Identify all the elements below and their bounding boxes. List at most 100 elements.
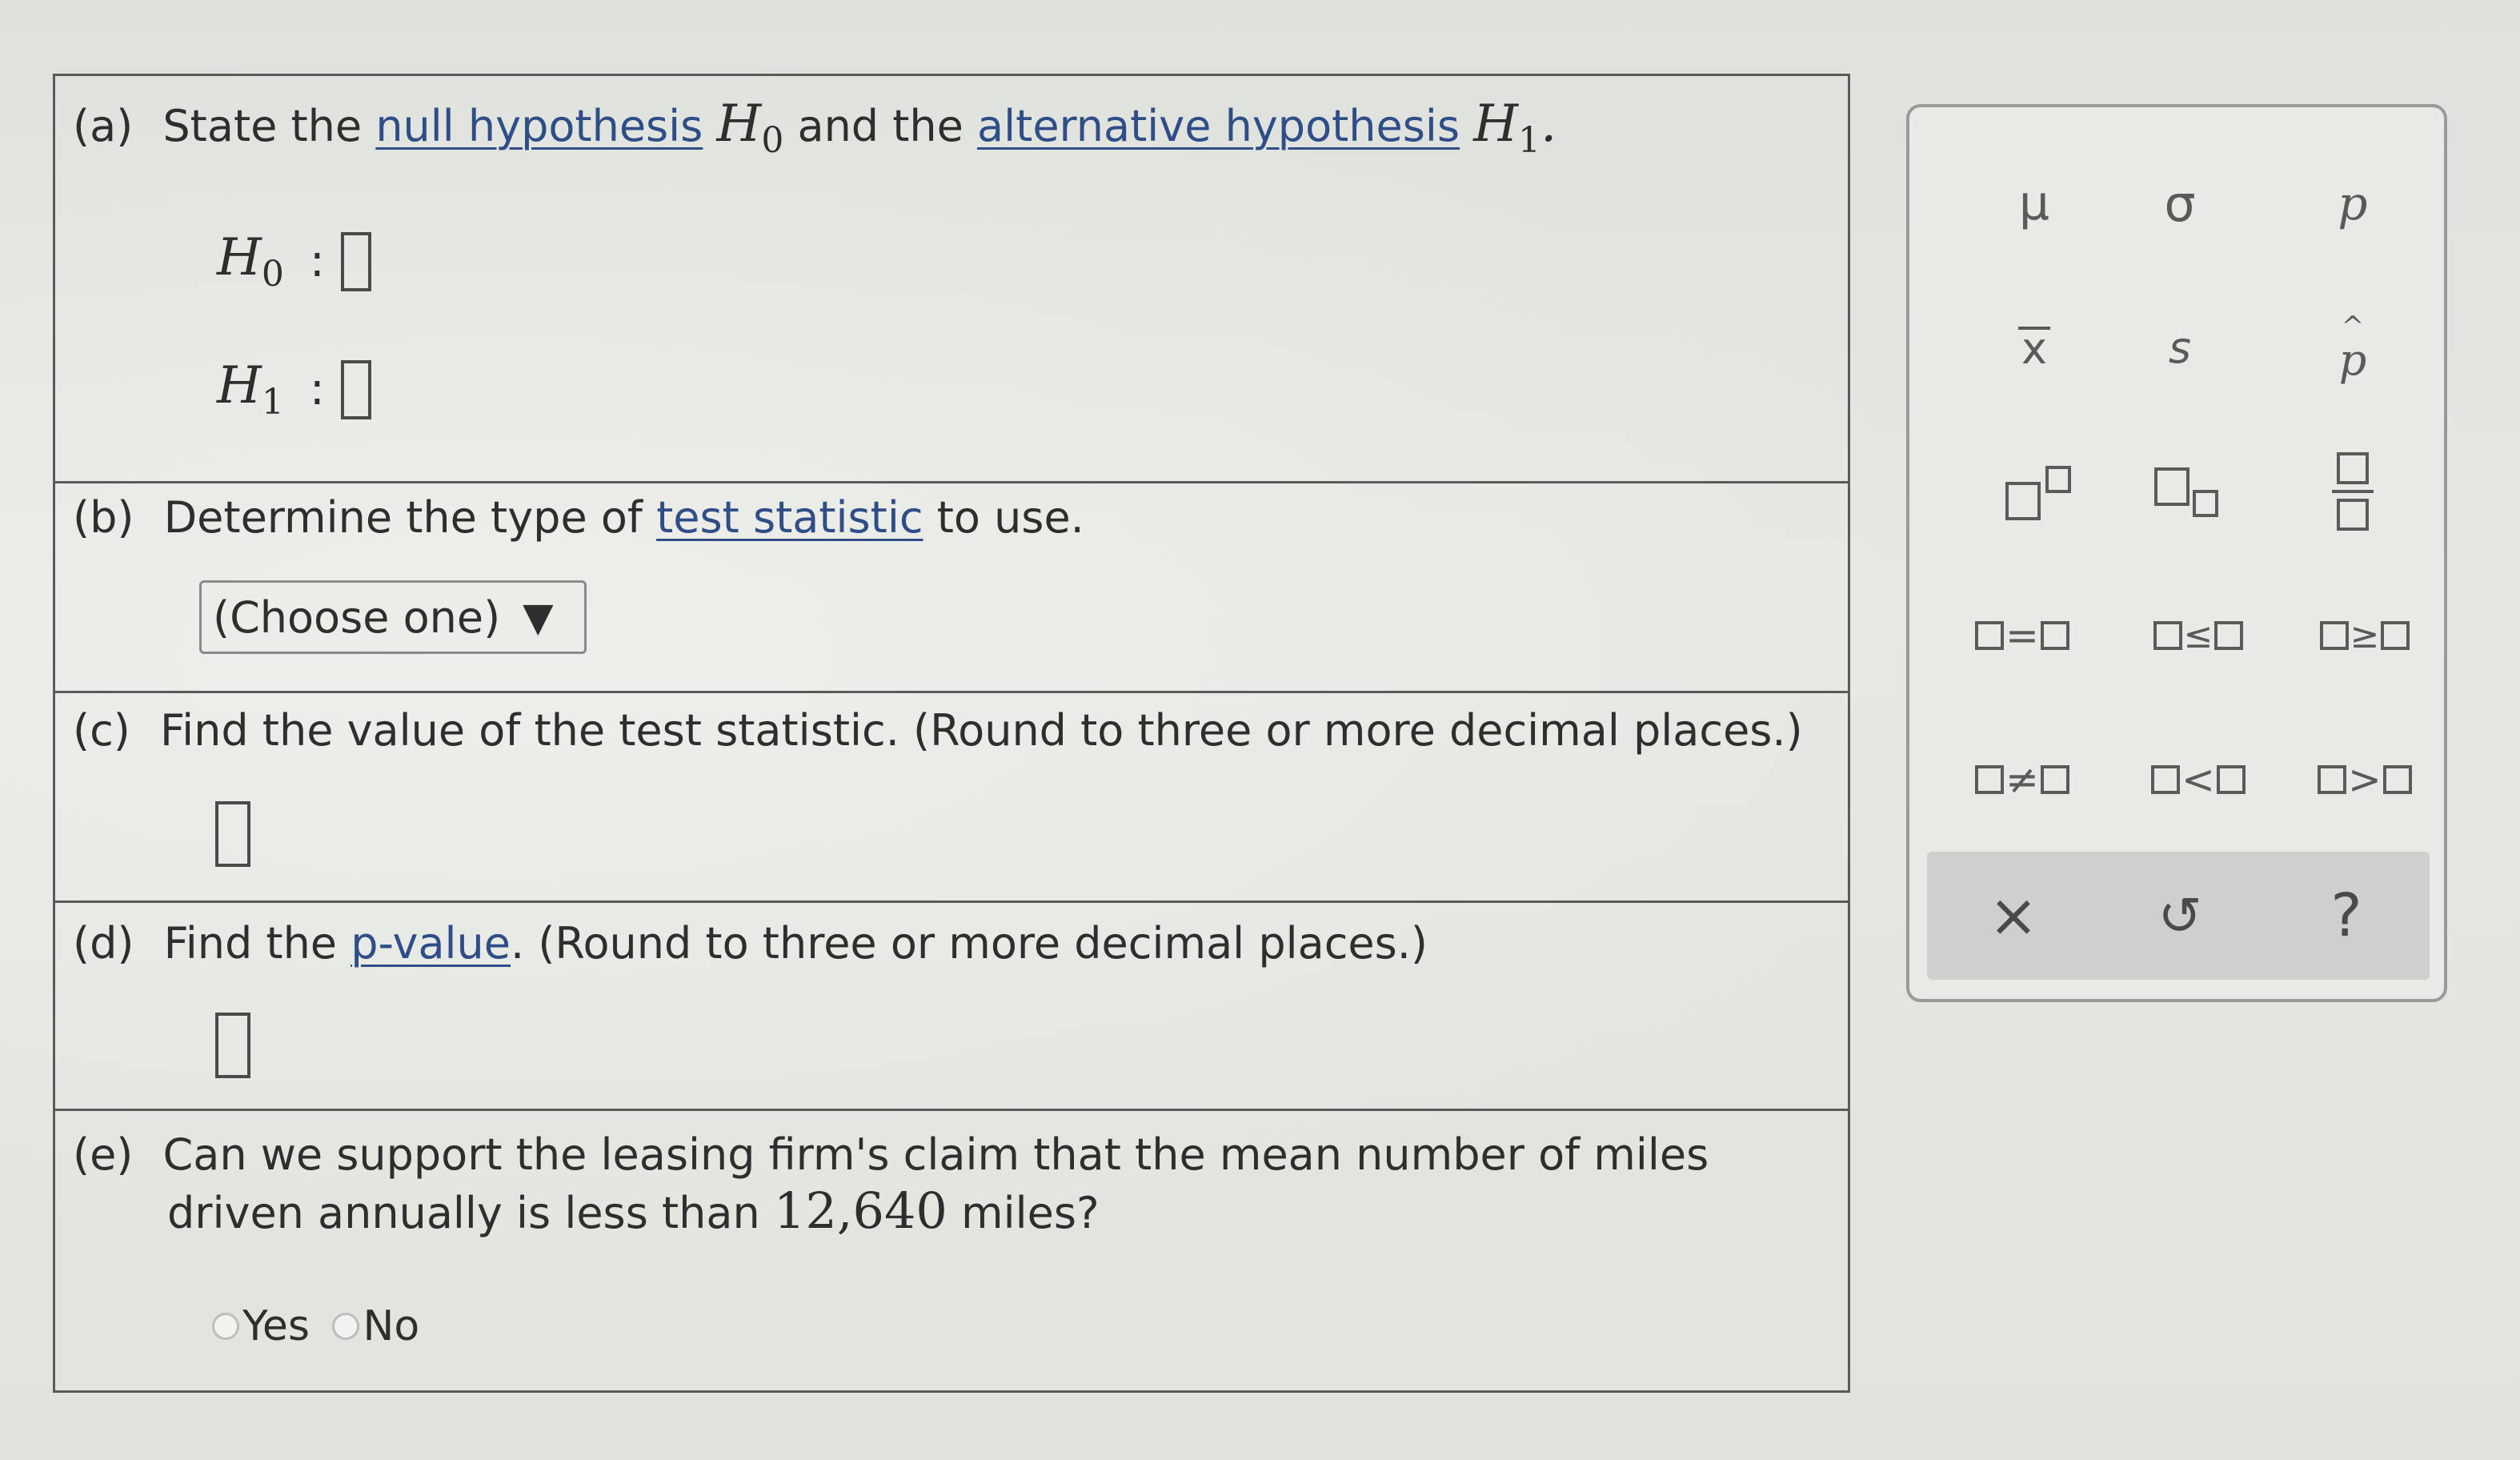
box-icon	[2319, 621, 2349, 650]
alternative-hypothesis-link[interactable]: alternative hypothesis	[977, 101, 1460, 151]
part-a-text: State the	[162, 101, 363, 151]
greater-than-button[interactable]: >	[2289, 740, 2441, 820]
help-icon: ?	[2330, 881, 2362, 950]
h1-label: H1	[217, 356, 284, 423]
box-icon	[1975, 765, 2005, 794]
mu-button[interactable]: μ	[1986, 163, 2082, 243]
part-e-tag: (e)	[73, 1129, 134, 1180]
greater-equal-button[interactable]: ≥	[2289, 596, 2441, 676]
p-value-link[interactable]: p-value	[351, 918, 511, 969]
box-icon	[2216, 765, 2246, 794]
part-c-prompt: (c) Find the value of the test statistic…	[73, 705, 1803, 756]
undo-icon: ↺	[2157, 884, 2202, 947]
divider-cd	[55, 900, 1848, 903]
p-button[interactable]: p	[2305, 163, 2401, 243]
miles-value: 12,640	[773, 1181, 948, 1240]
part-c-text: Find the value of the test statistic. (R…	[160, 705, 1803, 756]
no-option[interactable]: No	[332, 1301, 419, 1352]
equals-symbol: =	[2005, 612, 2039, 659]
less-than-button[interactable]: <	[2122, 740, 2274, 820]
h1-symbol: H1.	[1473, 94, 1557, 161]
part-d-tag: (d)	[73, 918, 134, 969]
box-icon	[2381, 621, 2410, 650]
part-b-text: Determine the type of	[163, 492, 643, 543]
hat-icon: ^	[2341, 310, 2365, 343]
part-e-text: Can we support the leasing firm's claim …	[162, 1129, 1709, 1180]
h0-symbol: H0	[716, 94, 784, 161]
h1-answer-box[interactable]	[340, 359, 371, 419]
sigma-button[interactable]: σ	[2132, 163, 2228, 243]
divider-bc	[55, 691, 1848, 693]
part-a-text-2: and the	[797, 101, 964, 151]
divider-de	[55, 1109, 1848, 1111]
not-equal-button[interactable]: ≠	[1946, 740, 2098, 820]
part-c-tag: (c)	[73, 705, 130, 756]
part-e-prompt-line2: driven annually is less than 12,640 mile…	[167, 1185, 1100, 1239]
p-symbol: p	[2338, 176, 2368, 231]
math-palette: μ σ p x s ^ p = ≤ ≥ ≠ < > × ↺ ?	[1906, 104, 2447, 1002]
greater-equal-symbol: ≥	[2350, 615, 2380, 656]
no-radio[interactable]	[332, 1313, 360, 1340]
mu-symbol: μ	[2018, 175, 2050, 231]
part-b-prompt: (b) Determine the type of test statistic…	[73, 492, 1084, 543]
h0-answer-box[interactable]	[340, 231, 371, 291]
superscript-icon	[2005, 466, 2071, 520]
s-button[interactable]: s	[2132, 307, 2228, 387]
divider-ab	[55, 481, 1848, 483]
test-statistic-select[interactable]: (Choose one) ▼	[199, 580, 587, 654]
box-icon	[2040, 621, 2069, 650]
part-d-prompt: (d) Find the p-value. (Round to three or…	[73, 918, 1428, 969]
no-label: No	[363, 1302, 420, 1350]
yes-radio[interactable]	[212, 1313, 239, 1340]
p-value-answer-box[interactable]	[215, 1013, 250, 1078]
part-d-text-2: . (Round to three or more decimal places…	[511, 918, 1428, 969]
less-than-symbol: <	[2181, 756, 2215, 803]
part-e-text-2: driven annually is less than	[167, 1188, 760, 1238]
subscript-button[interactable]	[2132, 443, 2244, 539]
select-value: (Choose one)	[213, 592, 501, 643]
box-icon	[1975, 621, 2005, 650]
box-icon	[2214, 621, 2244, 650]
x-bar-button[interactable]: x	[1986, 307, 2082, 387]
h1-row: H1 :	[217, 356, 371, 423]
part-a-tag: (a)	[73, 101, 134, 151]
equals-button[interactable]: =	[1946, 596, 2098, 676]
fraction-icon	[2332, 452, 2374, 531]
null-hypothesis-link[interactable]: null hypothesis	[375, 101, 703, 151]
greater-than-symbol: >	[2348, 756, 2382, 803]
s-symbol: s	[2168, 322, 2192, 373]
h1-colon: :	[309, 363, 325, 415]
yes-label: Yes	[242, 1302, 310, 1350]
yes-option[interactable]: Yes	[212, 1301, 310, 1352]
box-icon	[2318, 765, 2347, 794]
clear-icon: ×	[1988, 881, 2038, 950]
test-statistic-answer-box[interactable]	[215, 801, 250, 867]
p-hat-button[interactable]: ^ p	[2305, 307, 2401, 395]
box-icon	[2040, 765, 2069, 794]
part-a-prompt: (a) State the null hypothesis H0 and the…	[73, 98, 1556, 166]
fraction-button[interactable]	[2305, 435, 2401, 548]
less-equal-symbol: ≤	[2183, 615, 2214, 656]
box-icon	[2382, 765, 2412, 794]
h0-label: H0	[217, 228, 284, 295]
undo-button[interactable]: ↺	[2132, 868, 2228, 964]
part-e-prompt-line1: (e) Can we support the leasing firm's cl…	[73, 1129, 1709, 1181]
box-icon	[2153, 621, 2182, 650]
superscript-button[interactable]	[1986, 443, 2098, 539]
part-b-text-2: to use.	[936, 492, 1084, 543]
h0-row: H0 :	[217, 228, 371, 295]
sigma-symbol: σ	[2164, 174, 2196, 233]
h0-colon: :	[309, 235, 325, 287]
part-e-text-3: miles?	[961, 1188, 1100, 1238]
part-d-text: Find the	[163, 918, 338, 969]
x-bar-symbol: x	[2018, 327, 2050, 371]
question-panel: (a) State the null hypothesis H0 and the…	[53, 74, 1850, 1393]
clear-button[interactable]: ×	[1965, 868, 2061, 964]
subscript-icon	[2154, 467, 2218, 517]
part-b-tag: (b)	[73, 492, 134, 543]
box-icon	[2151, 765, 2181, 794]
test-statistic-link[interactable]: test statistic	[656, 492, 923, 543]
p-hat-symbol: p	[2338, 334, 2367, 385]
less-equal-button[interactable]: ≤	[2122, 596, 2274, 676]
help-button[interactable]: ?	[2298, 868, 2394, 964]
